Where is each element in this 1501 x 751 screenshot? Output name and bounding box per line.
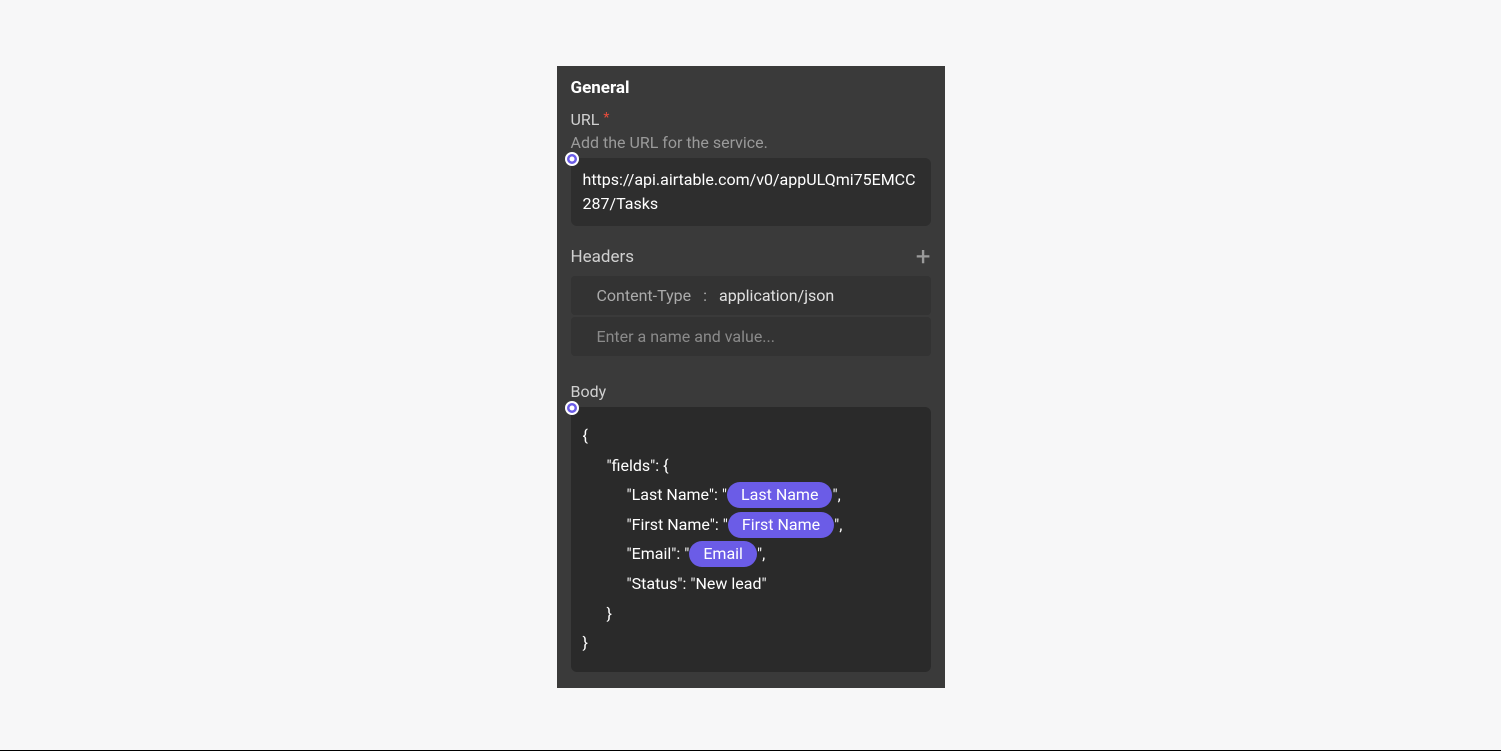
headers-title-row: Headers + [571, 244, 931, 270]
add-header-icon[interactable]: + [916, 244, 931, 270]
url-field-group: URL * Add the URL for the service. https… [571, 110, 931, 226]
body-line: "Email": "Email", [583, 539, 919, 569]
body-line: } [583, 599, 919, 629]
header-name: Content-Type [597, 286, 692, 305]
url-help-text: Add the URL for the service. [571, 133, 931, 152]
header-separator: : [703, 286, 707, 305]
body-line: } [583, 628, 919, 658]
variable-indicator-icon[interactable] [565, 152, 579, 166]
body-line: "First Name": "First Name", [583, 510, 919, 540]
body-label: Body [571, 382, 931, 401]
url-label: URL [571, 110, 600, 129]
body-line: "fields": { [583, 451, 919, 481]
headers-section: Headers + Content-Type : application/jso… [571, 244, 931, 356]
header-value: application/json [719, 286, 834, 305]
headers-label: Headers [571, 247, 635, 267]
body-text: "Last Name": " [627, 485, 728, 504]
body-input-wrapper: { "fields": { "Last Name": "Last Name", … [571, 407, 931, 672]
header-placeholder-input[interactable]: Enter a name and value... [571, 317, 931, 356]
body-line: "Status": "New lead" [583, 569, 919, 599]
body-text: ", [832, 485, 840, 504]
url-label-row: URL * [571, 110, 931, 129]
header-row[interactable]: Content-Type : application/json [571, 276, 931, 315]
body-line: { [583, 421, 919, 451]
panel-title: General [571, 78, 931, 98]
url-input[interactable]: https://api.airtable.com/v0/appULQmi75EM… [571, 158, 931, 226]
body-text: ", [757, 544, 765, 563]
variable-indicator-icon[interactable] [565, 401, 579, 415]
variable-pill-email[interactable]: Email [689, 541, 757, 567]
body-line: "Last Name": "Last Name", [583, 480, 919, 510]
url-input-wrapper: https://api.airtable.com/v0/appULQmi75EM… [571, 158, 931, 226]
body-text: "Email": " [627, 544, 690, 563]
config-panel: General URL * Add the URL for the servic… [557, 66, 945, 688]
body-section: Body { "fields": { "Last Name": "Last Na… [571, 382, 931, 672]
body-text: ", [834, 515, 842, 534]
variable-pill-last-name[interactable]: Last Name [727, 482, 832, 508]
variable-pill-first-name[interactable]: First Name [728, 512, 834, 538]
body-editor[interactable]: { "fields": { "Last Name": "Last Name", … [571, 407, 931, 672]
required-icon: * [603, 110, 609, 126]
body-text: "First Name": " [627, 515, 728, 534]
